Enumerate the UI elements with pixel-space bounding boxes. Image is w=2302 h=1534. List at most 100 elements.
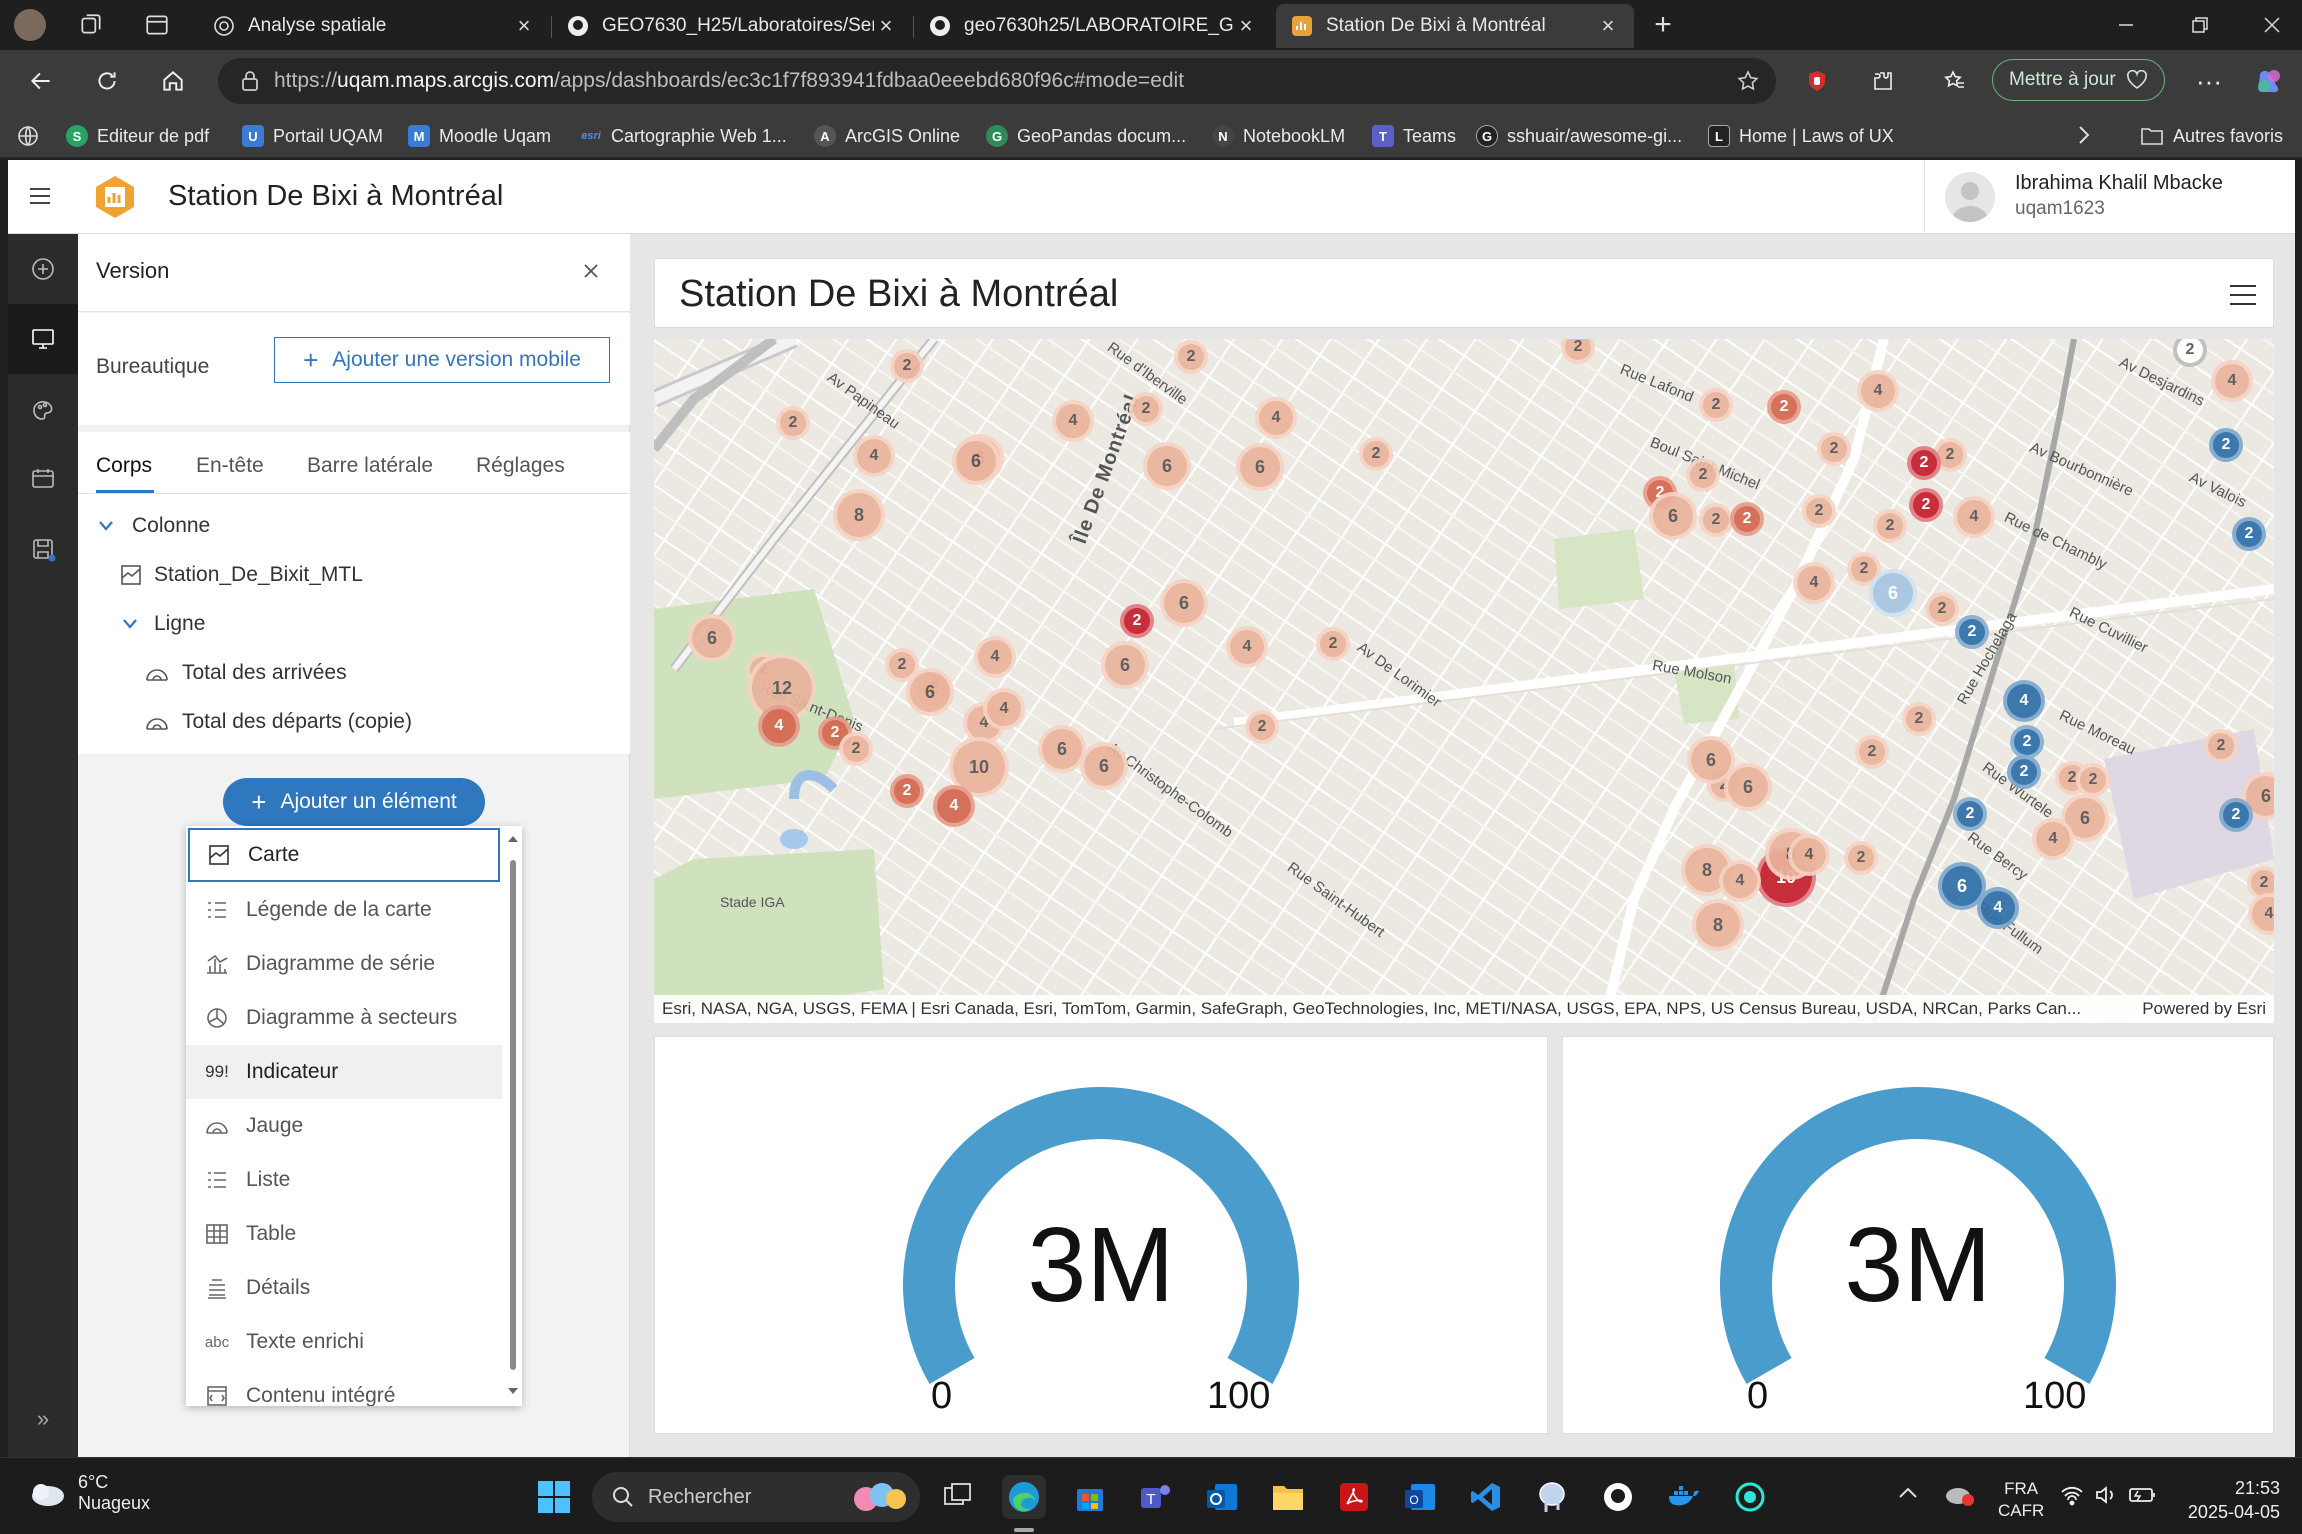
bookmark-item[interactable]: N NotebookLM (1212, 122, 1345, 150)
map-cluster-marker[interactable]: 2 (1929, 596, 1955, 622)
map-cluster-marker[interactable]: 4 (762, 709, 796, 743)
outlook-classic-icon[interactable]: O (1398, 1475, 1442, 1519)
map-cluster-marker[interactable]: 8 (1696, 903, 1740, 947)
bookmark-item[interactable]: S Editeur de pdf (66, 122, 209, 150)
favorites-icon[interactable] (1934, 60, 1976, 102)
lock-icon[interactable] (240, 70, 260, 92)
taskbar-search[interactable]: Rechercher (592, 1472, 920, 1522)
map-cluster-marker[interactable]: 2 (1957, 801, 1983, 827)
menu-item-jauge[interactable]: Jauge (186, 1099, 502, 1153)
back-icon[interactable] (20, 60, 62, 102)
chevron-down-icon[interactable] (96, 520, 116, 532)
map-cluster-marker[interactable]: 2 (2208, 733, 2234, 759)
edge-taskbar-icon[interactable] (1002, 1475, 1046, 1519)
map-cluster-marker[interactable]: 2 (894, 778, 920, 804)
theme-icon[interactable] (8, 374, 78, 444)
map-cluster-marker[interactable]: 2 (1848, 845, 1874, 871)
map-cluster-marker[interactable]: 6 (692, 618, 732, 658)
menu-item-contenu-integre[interactable]: Contenu intégré (186, 1369, 502, 1406)
bookmark-item[interactable]: A ArcGIS Online (814, 122, 960, 150)
map-cluster-marker[interactable]: 4 (937, 789, 971, 823)
task-view-icon[interactable] (936, 1475, 980, 1519)
tree-item-map[interactable]: Station_De_Bixit_MTL (120, 563, 363, 587)
layout-version-icon[interactable] (8, 304, 78, 374)
map-cluster-marker[interactable]: 6 (910, 672, 950, 712)
volume-icon[interactable] (2094, 1484, 2118, 1506)
menu-item-carte[interactable]: Carte (188, 828, 500, 882)
map-cluster-marker[interactable]: 2 (1320, 631, 1346, 657)
map-cluster-marker[interactable]: 2 (1690, 462, 1716, 488)
map-cluster-marker[interactable]: 2 (1806, 498, 1832, 524)
wifi-icon[interactable] (2060, 1484, 2084, 1506)
tree-item-column[interactable]: Colonne (96, 514, 210, 538)
map-cluster-marker[interactable]: 2 (1906, 706, 1932, 732)
map-cluster-marker[interactable]: 2 (1771, 394, 1797, 420)
map-cluster-marker[interactable]: 2 (780, 410, 806, 436)
adblock-extension-icon[interactable] (1796, 60, 1838, 102)
map-cluster-marker[interactable]: 4 (2036, 822, 2070, 856)
map-cluster-marker[interactable]: 6 (1240, 447, 1280, 487)
map-cluster-marker[interactable]: 4 (2007, 684, 2041, 718)
map-cluster-marker[interactable]: 4 (1723, 864, 1757, 898)
map-cluster-marker[interactable]: 4 (987, 692, 1021, 726)
menu-item-diagramme-serie[interactable]: Diagramme de série (186, 937, 502, 991)
add-element-button[interactable]: + Ajouter un élément (223, 778, 485, 826)
close-tab-icon[interactable]: × (1234, 13, 1258, 38)
start-icon[interactable] (532, 1475, 576, 1519)
reload-icon[interactable] (86, 60, 128, 102)
map-cluster-marker[interactable]: 2 (2223, 802, 2249, 828)
menu-item-diagramme-secteurs[interactable]: Diagramme à secteurs (186, 991, 502, 1045)
map-cluster-marker[interactable]: 2 (2251, 870, 2274, 896)
map-cluster-marker[interactable]: 2 (1959, 619, 1985, 645)
map-cluster-marker[interactable]: 6 (956, 441, 996, 481)
map-cluster-marker[interactable]: 2 (1249, 714, 1275, 740)
menu-item-indicateur[interactable]: 99! Indicateur (186, 1045, 502, 1099)
copilot-icon[interactable] (2248, 60, 2290, 102)
map-cluster-marker[interactable]: 4 (1861, 374, 1895, 408)
globe-icon[interactable] (16, 124, 40, 148)
vscode-icon[interactable] (1464, 1475, 1508, 1519)
vertical-tabs-icon[interactable] (144, 12, 170, 38)
bookmark-item[interactable]: esri Cartographie Web 1... (580, 122, 787, 150)
tree-item-row[interactable]: Ligne (120, 612, 205, 636)
map-cluster-marker[interactable]: 2 (1363, 441, 1389, 467)
map-cluster-marker[interactable]: 8 (1685, 848, 1729, 892)
map-cluster-marker[interactable]: 6 (1147, 446, 1187, 486)
map-cluster-marker[interactable]: 6 (1728, 767, 1768, 807)
map-cluster-marker[interactable]: 2 (1851, 556, 1877, 582)
map-cluster-marker[interactable]: 2 (2213, 432, 2239, 458)
map-cluster-marker[interactable]: 6 (1873, 573, 1913, 613)
map-cluster-marker[interactable]: 2 (1703, 507, 1729, 533)
map-cluster-marker[interactable]: 2 (1937, 442, 1963, 468)
powered-by-esri[interactable]: Powered by Esri (2132, 999, 2266, 1019)
menu-item-texte-enrichi[interactable]: abc Texte enrichi (186, 1315, 502, 1369)
map-cluster-marker[interactable]: 2 (894, 353, 920, 379)
tab-en-tete[interactable]: En-tête (196, 454, 264, 478)
browser-tab-active[interactable]: Station De Bixi à Montréal × (1276, 4, 1634, 48)
map-cluster-marker[interactable]: 6 (1653, 496, 1693, 536)
close-tab-icon[interactable]: × (874, 13, 898, 38)
map-cluster-marker[interactable]: 2 (2011, 759, 2037, 785)
gauge-arrivals[interactable]: 3M 0 100 (654, 1036, 1548, 1434)
docker-icon[interactable] (1662, 1475, 1706, 1519)
map-cluster-marker[interactable]: 6 (1164, 583, 1204, 623)
gauge-departures[interactable]: 3M 0 100 (1562, 1036, 2274, 1434)
add-mobile-version-button[interactable]: + Ajouter une version mobile (274, 337, 610, 383)
store-icon[interactable] (1068, 1475, 1112, 1519)
profile-avatar[interactable] (14, 9, 46, 41)
home-icon[interactable] (152, 60, 194, 102)
menu-item-legende[interactable]: Légende de la carte (186, 883, 502, 937)
map-cluster-marker[interactable]: 6 (2065, 798, 2105, 838)
map-cluster-marker[interactable]: 2 (1913, 492, 1939, 518)
github-desktop-icon[interactable] (1596, 1475, 1640, 1519)
map-cluster-marker[interactable]: 4 (1981, 891, 2015, 925)
other-favorites[interactable]: Autres favoris (2140, 122, 2283, 150)
onedrive-icon[interactable] (1944, 1484, 1974, 1506)
hamburger-menu-icon[interactable] (28, 185, 52, 207)
tab-barre-laterale[interactable]: Barre latérale (307, 454, 433, 478)
map-cluster-marker[interactable]: 4 (1957, 500, 1991, 534)
address-bar[interactable]: https://uqam.maps.arcgis.com/apps/dashbo… (218, 58, 1776, 104)
bookmark-item[interactable]: M Moodle Uqam (408, 122, 551, 150)
menu-item-details[interactable]: Détails (186, 1261, 502, 1315)
chevron-down-icon[interactable] (120, 618, 140, 630)
